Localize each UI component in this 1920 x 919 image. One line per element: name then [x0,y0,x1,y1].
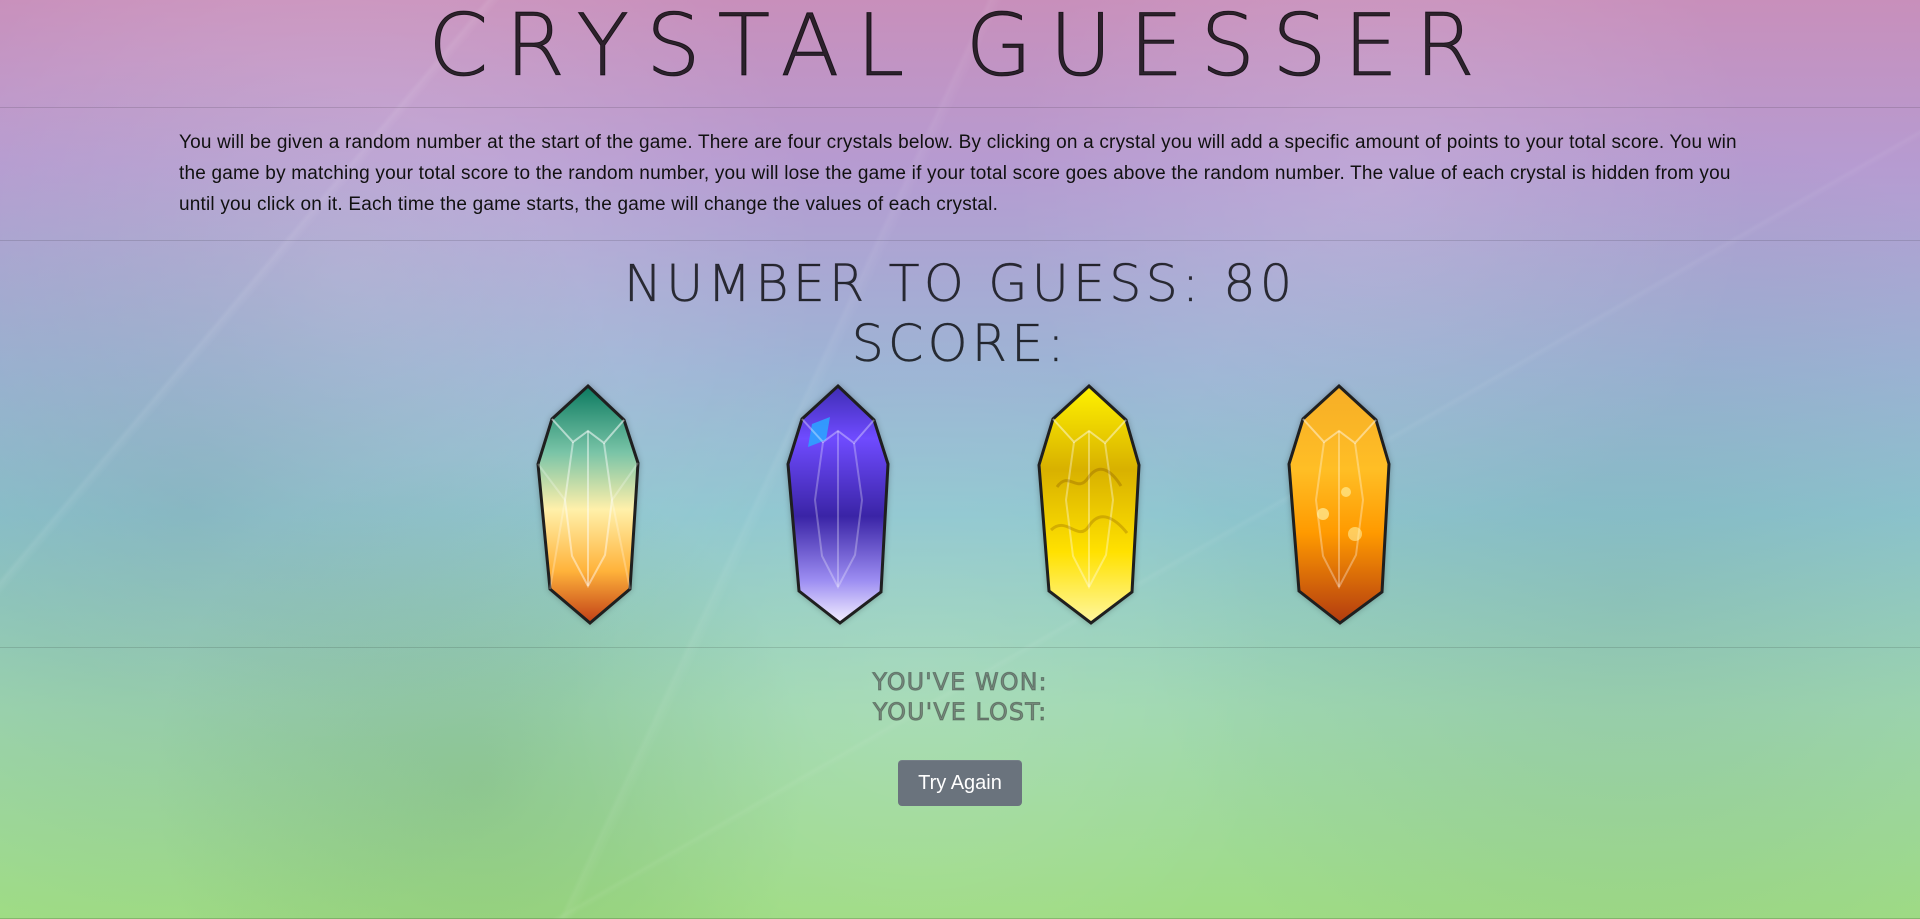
yellow-crystal-icon [1037,383,1141,625]
purple-crystal-icon [786,383,890,625]
green-orange-crystal-button[interactable] [528,382,648,627]
instructions-text: You will be given a random number at the… [179,132,1737,215]
game-page: CRYSTAL GUESSER You will be given a rand… [0,0,1920,919]
yellow-crystal-button[interactable] [1029,382,1149,627]
number-to-guess: NUMBER TO GUESS: 80 [623,255,1297,315]
page-title: CRYSTAL GUESSER [428,0,1492,96]
purple-crystal-button[interactable] [778,382,898,627]
divider-middle [0,240,1920,241]
try-again-button[interactable]: Try Again [898,760,1022,806]
orange-crystal-button[interactable] [1279,382,1399,627]
green-orange-crystal-icon [536,383,640,625]
crystal-grid [0,382,1920,627]
divider-top [0,107,1920,108]
divider-bottom [0,647,1920,648]
won-label: YOU'VE WON: [872,668,1048,697]
score-label: SCORE: [851,315,1069,375]
orange-crystal-icon [1287,383,1391,625]
lost-label: YOU'VE LOST: [872,698,1048,727]
